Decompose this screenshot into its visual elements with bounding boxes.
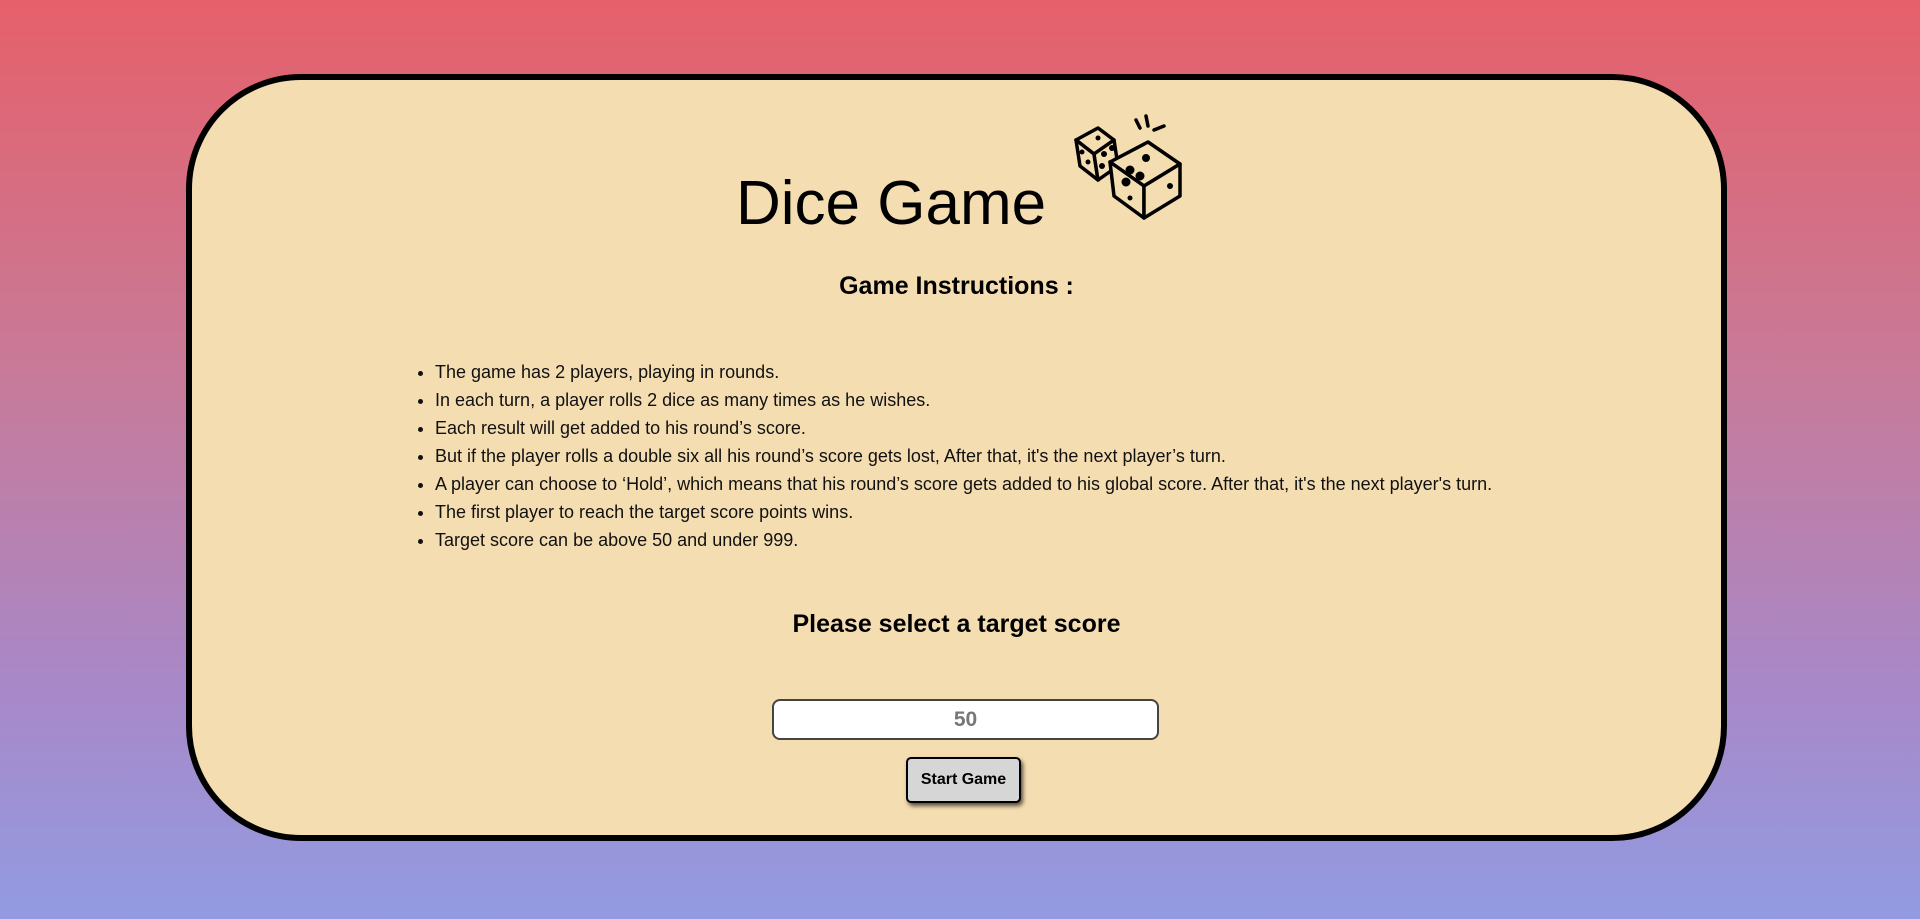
rule-item: Each result will get added to his round’… [435,414,1492,442]
rule-item: The game has 2 players, playing in round… [435,358,1492,386]
dice-icon [1074,114,1182,220]
rule-item: But if the player rolls a double six all… [435,442,1492,470]
rules-list: The game has 2 players, playing in round… [415,358,1492,554]
target-score-input[interactable] [772,699,1159,740]
game-card: Dice Game Game Instructions: • The game… [186,74,1727,841]
rule-item: Target score can be above 50 and under 9… [435,526,1492,554]
rule-item: A player can choose to ‘Hold’, which mea… [435,470,1492,498]
rule-item: The first player to reach the target sco… [435,498,1492,526]
rule-item: In each turn, a player rolls 2 dice as m… [435,386,1492,414]
target-score-heading: Please select a target score [792,610,1121,638]
instructions-heading: Game Instructions : [839,272,1074,300]
start-game-button[interactable]: Start Game [906,757,1021,803]
